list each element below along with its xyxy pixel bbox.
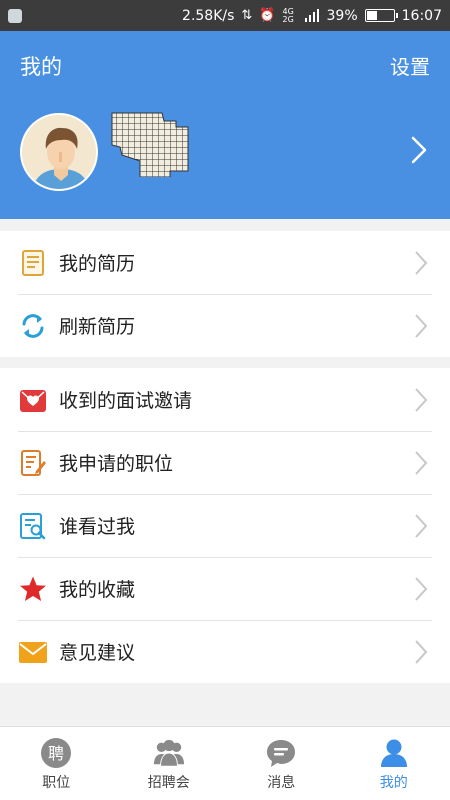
menu-item-label: 我的收藏 bbox=[59, 579, 136, 601]
profile-icon bbox=[378, 737, 410, 769]
battery-icon bbox=[364, 9, 398, 22]
refresh-icon bbox=[18, 311, 48, 341]
viewers-icon bbox=[18, 511, 48, 541]
tab-messages[interactable]: 消息 bbox=[225, 727, 338, 800]
job-fair-icon bbox=[153, 737, 185, 769]
notification-app-icon bbox=[8, 8, 22, 23]
signal-icon bbox=[304, 9, 319, 22]
menu-group-resume: 我的简历 刷新简历 bbox=[0, 231, 450, 357]
menu-group-jobs: 收到的面试邀请 我申请的职位 谁看过我 我的收藏 意见建议 bbox=[0, 368, 450, 683]
tab-label: 职位 bbox=[42, 775, 71, 791]
mail-icon bbox=[18, 637, 48, 667]
menu-item-interview-invitations[interactable]: 收到的面试邀请 bbox=[0, 368, 450, 431]
chevron-right-icon bbox=[415, 388, 428, 412]
chevron-right-icon bbox=[415, 451, 428, 475]
tab-profile[interactable]: 我的 bbox=[338, 727, 450, 800]
alarm-icon: ⏰ bbox=[259, 8, 276, 23]
menu-item-feedback[interactable]: 意见建议 bbox=[0, 620, 450, 683]
battery-fill bbox=[366, 11, 377, 20]
menu-item-label: 刷新简历 bbox=[59, 316, 136, 338]
tab-job-fair[interactable]: 招聘会 bbox=[113, 727, 226, 800]
tab-jobs[interactable]: 聘 职位 bbox=[0, 727, 113, 800]
clock-time: 16:07 bbox=[401, 7, 442, 24]
network-speed: 2.58K/s bbox=[182, 7, 235, 24]
network-type-icon: 4G 2G bbox=[282, 6, 294, 24]
invitation-icon bbox=[18, 385, 48, 415]
chevron-right-icon bbox=[415, 251, 428, 275]
jobs-icon: 聘 bbox=[40, 737, 72, 769]
chevron-right-icon bbox=[415, 640, 428, 664]
applied-jobs-icon bbox=[18, 448, 48, 478]
data-transfer-icon: ⇅ bbox=[241, 8, 253, 23]
menu-item-label: 谁看过我 bbox=[59, 516, 136, 538]
menu-item-label: 意见建议 bbox=[59, 642, 136, 664]
resume-icon bbox=[18, 248, 48, 278]
menu-item-my-resume[interactable]: 我的简历 bbox=[0, 231, 450, 294]
username-redacted bbox=[110, 111, 190, 178]
profile-chevron-right-icon[interactable] bbox=[408, 135, 430, 165]
menu-item-label: 我申请的职位 bbox=[59, 453, 174, 475]
status-bar: 2.58K/s ⇅ ⏰ 4G 2G 39% 16:07 bbox=[0, 0, 450, 31]
menu-item-refresh-resume[interactable]: 刷新简历 bbox=[0, 294, 450, 357]
menu-item-applied-jobs[interactable]: 我申请的职位 bbox=[0, 431, 450, 494]
page-title: 我的 bbox=[20, 55, 62, 79]
tab-label: 招聘会 bbox=[147, 775, 190, 791]
bottom-tab-bar: 聘 职位 招聘会 消息 我的 bbox=[0, 726, 450, 800]
tab-label: 我的 bbox=[379, 775, 408, 791]
settings-button[interactable]: 设置 bbox=[390, 51, 430, 80]
user-avatar-icon bbox=[22, 115, 96, 189]
redacted-name-image bbox=[111, 112, 189, 178]
svg-text:聘: 聘 bbox=[48, 744, 64, 763]
menu-item-label: 我的简历 bbox=[59, 253, 136, 275]
menu-item-my-favorites[interactable]: 我的收藏 bbox=[0, 557, 450, 620]
menu-item-who-viewed-me[interactable]: 谁看过我 bbox=[0, 494, 450, 557]
chevron-right-icon bbox=[415, 577, 428, 601]
tab-label: 消息 bbox=[267, 775, 296, 791]
battery-percent: 39% bbox=[326, 7, 358, 24]
chevron-right-icon bbox=[415, 514, 428, 538]
menu-item-label: 收到的面试邀请 bbox=[59, 390, 193, 412]
avatar[interactable] bbox=[20, 113, 98, 191]
profile-header: 我的 设置 bbox=[0, 31, 450, 219]
message-icon bbox=[265, 737, 297, 769]
star-icon bbox=[18, 574, 48, 604]
chevron-right-icon bbox=[415, 314, 428, 338]
